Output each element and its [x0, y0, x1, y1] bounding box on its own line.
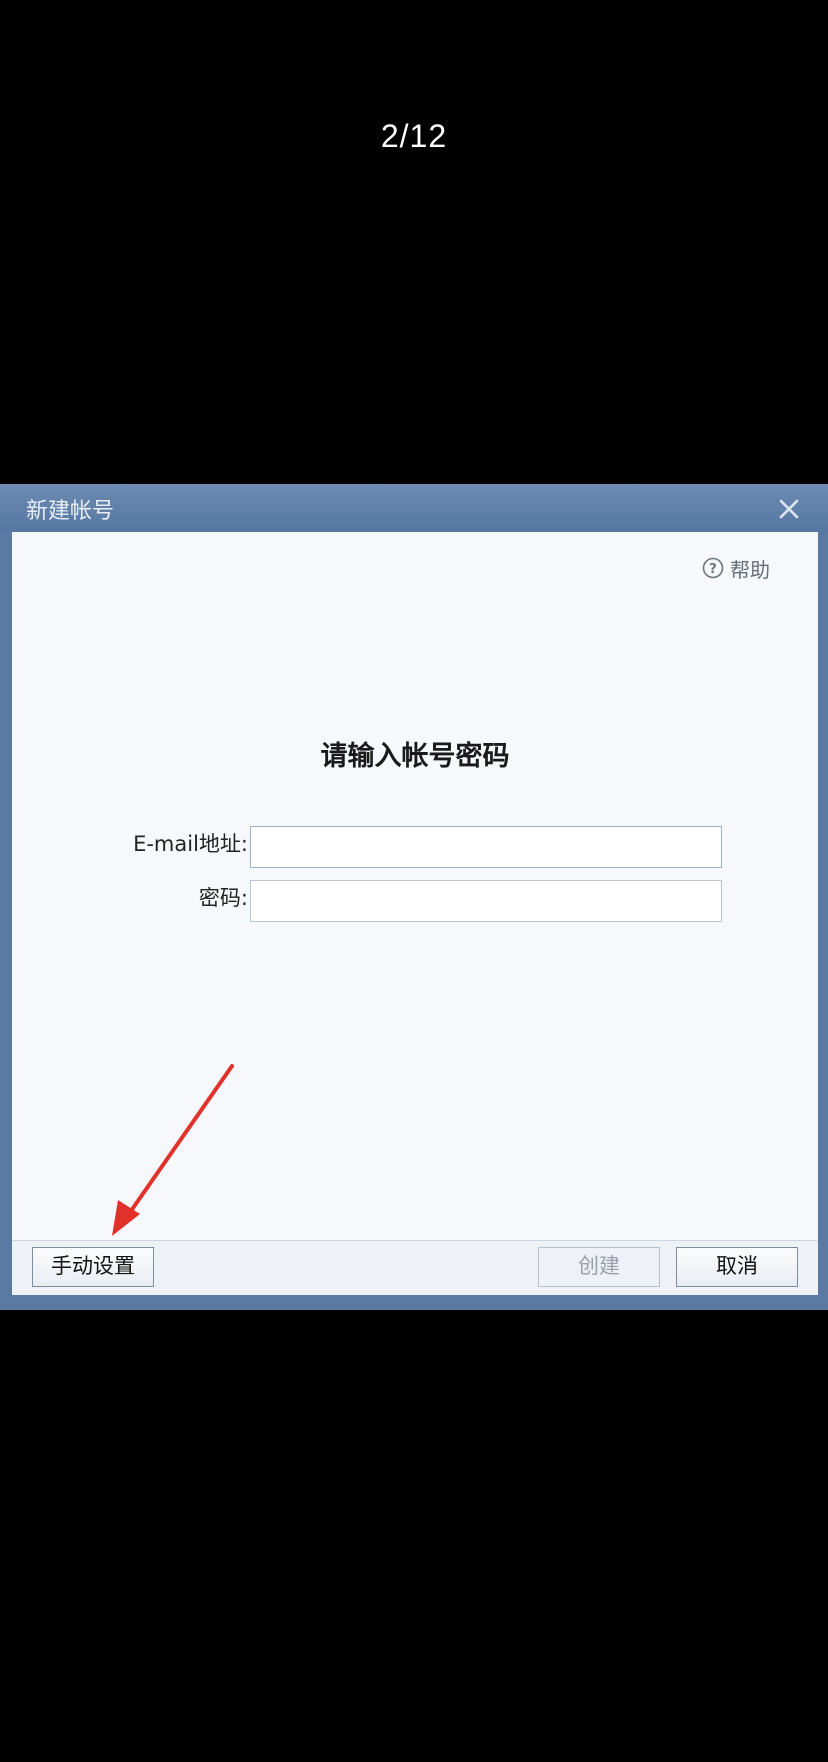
create-button[interactable]: 创建 — [538, 1247, 660, 1287]
new-account-dialog: 新建帐号 ? 帮助 请输入帐号密码 E-mail地址: 密码: 手动设置 创建 … — [0, 484, 828, 1310]
dialog-title: 新建帐号 — [26, 499, 115, 524]
email-input[interactable] — [250, 826, 722, 868]
dialog-footer: 手动设置 创建 取消 — [12, 1240, 818, 1295]
manual-setup-button[interactable]: 手动设置 — [32, 1247, 154, 1287]
email-label: E-mail地址: — [133, 832, 248, 856]
close-icon — [779, 499, 799, 519]
svg-text:?: ? — [709, 562, 717, 577]
close-button[interactable] — [774, 494, 804, 524]
password-input[interactable] — [250, 880, 722, 922]
help-link[interactable]: ? 帮助 — [702, 554, 770, 582]
dialog-titlebar: 新建帐号 — [0, 484, 828, 532]
question-circle-icon: ? — [702, 557, 724, 579]
dialog-body: ? 帮助 请输入帐号密码 E-mail地址: 密码: 手动设置 创建 取消 — [12, 532, 818, 1295]
password-label: 密码: — [198, 886, 248, 910]
help-label: 帮助 — [730, 557, 770, 582]
dialog-heading: 请输入帐号密码 — [320, 741, 510, 772]
page-counter: 2/12 — [380, 118, 448, 154]
cancel-button[interactable]: 取消 — [676, 1247, 798, 1287]
